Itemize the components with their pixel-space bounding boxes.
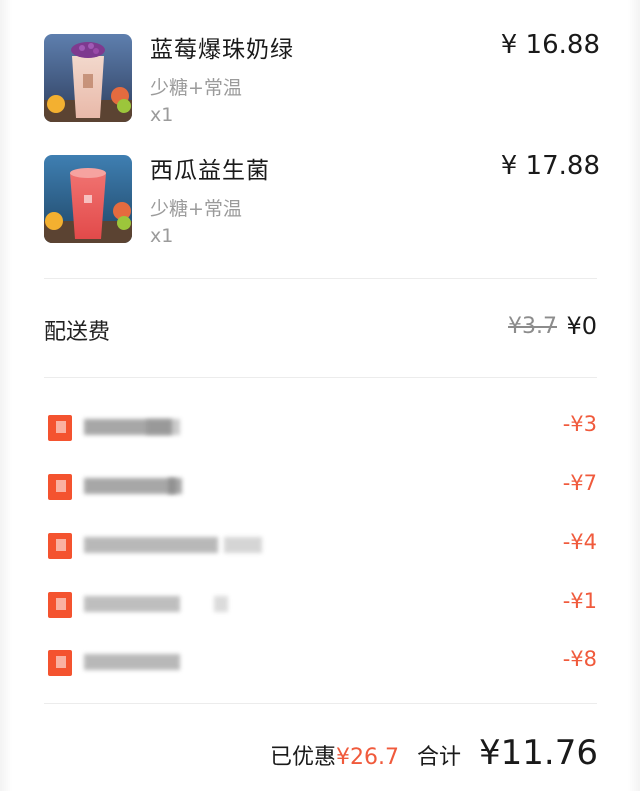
discount-row: -¥8	[44, 645, 597, 679]
delivery-fee-original: ¥3.7	[508, 314, 557, 339]
discount-tag-icon	[48, 533, 72, 559]
redacted-discount-name	[84, 537, 218, 553]
redacted-discount-name	[84, 478, 176, 494]
product-quantity: x1	[150, 225, 174, 247]
discount-amount: -¥8	[562, 647, 597, 671]
divider	[44, 377, 597, 378]
redacted-discount-name	[224, 537, 262, 553]
panel-edge-left	[0, 0, 12, 791]
order-item[interactable]: 蓝莓爆珠奶绿 少糖+常温 x1 ¥ 16.88	[44, 30, 604, 144]
order-detail-panel: 蓝莓爆珠奶绿 少糖+常温 x1 ¥ 16.88 西瓜益生菌 少糖+常温 x1 ¥…	[0, 0, 640, 791]
discount-row: -¥3	[44, 410, 597, 444]
order-item[interactable]: 西瓜益生菌 少糖+常温 x1 ¥ 17.88	[44, 151, 604, 265]
redacted-discount-name	[168, 478, 182, 494]
product-name: 西瓜益生菌	[150, 158, 270, 184]
total-price: ¥11.76	[479, 733, 598, 773]
delivery-fee-row: 配送费 ¥3.7 ¥0	[44, 312, 597, 348]
discount-amount: -¥3	[562, 412, 597, 436]
product-spec: 少糖+常温	[150, 198, 242, 220]
discount-tag-icon	[48, 592, 72, 618]
total-label: 合计	[417, 745, 462, 770]
redacted-discount-name	[146, 419, 180, 435]
product-name: 蓝莓爆珠奶绿	[150, 37, 294, 63]
redacted-discount-name	[84, 654, 180, 670]
redacted-discount-name	[84, 596, 180, 612]
redacted-discount-name	[214, 596, 228, 612]
divider	[44, 703, 597, 704]
discount-row: -¥1	[44, 587, 597, 621]
product-image	[44, 34, 132, 122]
delivery-fee-label: 配送费	[44, 320, 111, 345]
discount-amount: -¥7	[562, 471, 597, 495]
product-spec: 少糖+常温	[150, 77, 242, 99]
discount-row: -¥7	[44, 469, 597, 503]
product-quantity: x1	[150, 104, 174, 126]
discount-tag-icon	[48, 415, 72, 441]
order-summary: 已优惠 ¥26.7 合计 ¥11.76	[270, 733, 598, 783]
product-image	[44, 155, 132, 243]
discount-tag-icon	[48, 650, 72, 676]
discount-amount: -¥1	[562, 589, 597, 613]
product-price: ¥ 17.88	[500, 151, 600, 181]
discount-total-value: ¥26.7	[336, 745, 400, 770]
discount-row: -¥4	[44, 528, 597, 562]
panel-edge-right	[628, 0, 640, 791]
discount-tag-icon	[48, 474, 72, 500]
product-price: ¥ 16.88	[500, 30, 600, 60]
discount-amount: -¥4	[562, 530, 597, 554]
divider	[44, 278, 597, 279]
delivery-fee-price: ¥0	[566, 312, 597, 340]
discount-total-label: 已优惠	[270, 745, 337, 770]
